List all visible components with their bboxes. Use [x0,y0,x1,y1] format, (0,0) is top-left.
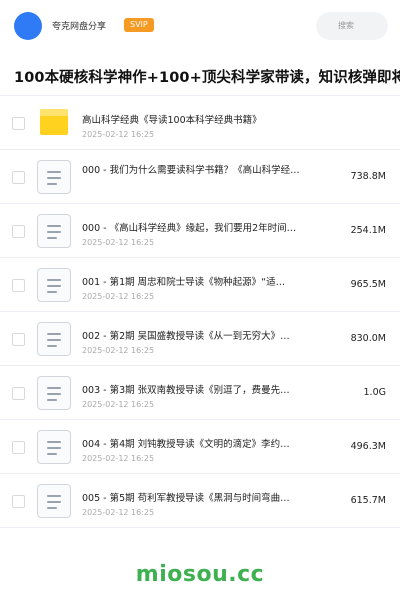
file-size: 496.3M [350,441,386,452]
folder-icon [40,109,68,135]
checkbox[interactable] [12,117,25,130]
file-name[interactable]: 高山科学经典《导读100本科学经典书籍》 [82,112,318,126]
file-name[interactable]: 005 - 第5期 苟利军教授导读《黑洞与时间弯曲… [82,490,318,504]
list-item[interactable]: 000 - 我们为什么需要读科学书籍？《高山科学经… 738.8M [0,150,400,204]
list-item[interactable]: 003 - 第3期 张双南教授导读《别逗了，费曼先… 2025-02-12 16… [0,366,400,420]
watermark-brand: miosou.cc [135,562,265,587]
file-name[interactable]: 000 - 《高山科学经典》缘起，我们要用2年时间… [82,220,318,234]
search-input[interactable]: 搜索 [316,12,388,40]
page-title: 100本硬核科学神作+100+顶尖科学家带读，知识核弹即将 [14,70,400,86]
checkbox[interactable] [12,279,25,292]
user-name: 夸克网盘分享 [52,22,107,32]
document-icon [37,322,71,356]
file-name[interactable]: 004 - 第4期 刘钝教授导读《文明的滴定》李约… [82,436,318,450]
file-size: 965.5M [350,279,386,290]
file-date: 2025-02-12 16:25 [82,508,155,517]
list-item[interactable]: 001 - 第1期 周忠和院士导读《物种起源》“适… 2025-02-12 16… [0,258,400,312]
checkbox[interactable] [12,495,25,508]
file-name[interactable]: 002 - 第2期 吴国盛教授导读《从一到无穷大》… [82,328,318,342]
checkbox[interactable] [12,441,25,454]
document-icon [37,430,71,464]
file-name[interactable]: 003 - 第3期 张双南教授导读《别逗了，费曼先… [82,382,318,396]
file-size: 830.0M [350,333,386,344]
file-name[interactable]: 001 - 第1期 周忠和院士导读《物种起源》“适… [82,274,318,288]
list-item[interactable]: 005 - 第5期 苟利军教授导读《黑洞与时间弯曲… 2025-02-12 16… [0,474,400,528]
file-size: 615.7M [350,495,386,506]
header: 夸克网盘分享 SVIP 搜索 [0,0,400,52]
file-date: 2025-02-12 16:25 [82,400,155,409]
file-date: 2025-02-12 16:25 [82,238,155,247]
file-size: 1.0G [363,387,386,398]
checkbox[interactable] [12,333,25,346]
list-item[interactable]: 004 - 第4期 刘钝教授导读《文明的滴定》李约… 2025-02-12 16… [0,420,400,474]
document-icon [37,268,71,302]
list-item[interactable]: 002 - 第2期 吴国盛教授导读《从一到无穷大》… 2025-02-12 16… [0,312,400,366]
file-date: 2025-02-12 16:25 [82,346,155,355]
file-date: 2025-02-12 16:25 [82,454,155,463]
file-size: 738.8M [350,171,386,182]
search-placeholder: 搜索 [338,21,354,30]
file-date: 2025-02-12 16:25 [82,292,155,301]
document-icon [37,214,71,248]
file-date: 2025-02-12 16:25 [82,130,155,139]
document-icon [37,376,71,410]
checkbox[interactable] [12,387,25,400]
file-name[interactable]: 000 - 我们为什么需要读科学书籍？《高山科学经… [82,162,318,198]
checkbox[interactable] [12,225,25,238]
list-item[interactable]: 000 - 《高山科学经典》缘起，我们要用2年时间… 2025-02-12 16… [0,204,400,258]
avatar[interactable] [14,12,42,40]
svip-badge: SVIP [124,18,154,32]
document-icon [37,484,71,518]
document-icon [37,160,71,194]
list-item[interactable]: 高山科学经典《导读100本科学经典书籍》 2025-02-12 16:25 [0,96,400,150]
file-size: 254.1M [350,225,386,236]
checkbox[interactable] [12,171,25,184]
